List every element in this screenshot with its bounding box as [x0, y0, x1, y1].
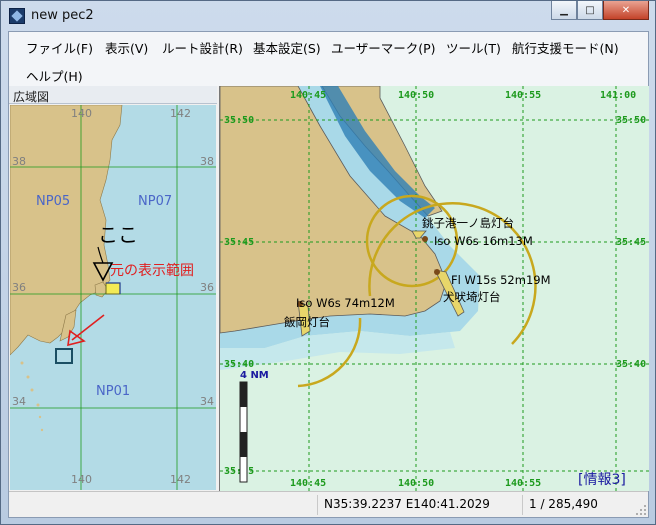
lon-label-top: 140:55 [505, 90, 541, 101]
menu-file[interactable]: ファイル(F) [22, 35, 97, 60]
lighthouse-icon[interactable] [422, 236, 428, 242]
maximize-button[interactable]: □ [577, 1, 603, 20]
lighthouse-light: Iso W6s 16m13M [434, 234, 533, 248]
lighthouse-name: 飯岡灯台 [284, 315, 330, 329]
menu-navigation-support[interactable]: 航行支援モード(N) [508, 35, 623, 60]
menu-user-mark[interactable]: ユーザーマーク(P) [327, 35, 440, 60]
minimize-icon: ▁ [560, 4, 568, 16]
overview-lat-label-right: 38 [200, 155, 214, 168]
overview-map[interactable]: 140 142 140 142 38 36 34 38 36 34 NP05 N… [10, 105, 216, 490]
lighthouse-name: 銚子港一ノ島灯台 [422, 216, 514, 230]
app-window: new pec2 ▁ □ ✕ ファイル(F) 表示(V) ルート設計(R) 基本… [0, 0, 656, 525]
client-area: ファイル(F) 表示(V) ルート設計(R) 基本設定(S) ユーザーマーク(P… [8, 31, 649, 518]
menu-route-design[interactable]: ルート設計(R) [158, 35, 247, 60]
overview-lat-label-left: 38 [12, 155, 26, 168]
menu-bar: ファイル(F) 表示(V) ルート設計(R) 基本設定(S) ユーザーマーク(P… [9, 32, 648, 86]
maximize-icon: □ [585, 4, 595, 16]
close-icon: ✕ [621, 4, 631, 16]
overview-island [36, 403, 40, 407]
lat-label-right: 35:40 [616, 359, 646, 370]
main-chart-view[interactable]: 140:45 140:50 140:55 141:00 140:45 140:5… [219, 85, 649, 491]
lat-label-left: 35:35 [224, 466, 254, 477]
lat-label-left: 35:45 [224, 237, 254, 248]
overview-panel: 広域図 140 142 140 142 38 36 34 38 36 34 NP… [9, 86, 217, 491]
lighthouse-light: Fl W15s 52m19M [451, 273, 551, 287]
status-bar: N35:39.2237 E140:41.2029 1 / 285,490 [9, 491, 648, 517]
lat-label-left: 35:50 [224, 115, 254, 126]
app-icon [9, 8, 25, 24]
lon-label-top: 141:00 [600, 90, 636, 101]
overview-lat-label-right: 36 [200, 281, 214, 294]
close-button[interactable]: ✕ [603, 1, 649, 20]
lat-label-right: 35:50 [616, 115, 646, 126]
minimize-button[interactable]: ▁ [551, 1, 577, 20]
info-layer-label[interactable]: [情報3] [578, 472, 626, 488]
menu-tools[interactable]: ツール(T) [442, 35, 505, 60]
lat-label-right: 35:45 [616, 237, 646, 248]
window-controls: ▁ □ ✕ [551, 1, 649, 20]
menu-help[interactable]: ヘルプ(H) [22, 63, 87, 88]
lighthouse-icon[interactable] [434, 269, 440, 275]
lat-label-left: 35:40 [224, 359, 254, 370]
cursor-position: N35:39.2237 E140:41.2029 [317, 495, 522, 515]
overview-lon-label-top: 140 [71, 107, 92, 120]
overview-island [40, 428, 44, 432]
main-chart-canvas[interactable]: 140:45 140:50 140:55 141:00 140:45 140:5… [219, 85, 649, 491]
overview-lon-label-bottom: 142 [170, 473, 191, 486]
overview-island [38, 415, 42, 419]
menu-basic-settings[interactable]: 基本設定(S) [249, 35, 325, 60]
overview-chart-label: NP07 [138, 194, 172, 209]
overview-title: 広域図 [9, 86, 217, 104]
lon-label-top: 140:45 [290, 90, 326, 101]
lon-label-bottom: 140:55 [505, 478, 541, 489]
lighthouse-light: Iso W6s 74m12M [296, 296, 395, 310]
scale-bar-segment [240, 432, 247, 457]
status-message [9, 495, 317, 515]
current-view-box[interactable] [105, 282, 121, 295]
menu-view[interactable]: 表示(V) [101, 35, 152, 60]
overview-chart-label: NP05 [36, 194, 70, 209]
overview-lon-label-top: 142 [170, 107, 191, 120]
scale-bar-segment [240, 382, 247, 407]
chart-scale: 1 / 285,490 [522, 495, 634, 515]
window-title: new pec2 [31, 8, 94, 23]
overview-lat-label-right: 34 [200, 395, 214, 408]
lon-label-bottom: 140:45 [290, 478, 326, 489]
overview-island [26, 375, 30, 379]
overview-lon-label-bottom: 140 [71, 473, 92, 486]
scale-bar-label: 4 NM [240, 370, 269, 381]
lon-label-top: 140:50 [398, 90, 434, 101]
annotation-here: ここ [98, 223, 138, 247]
lon-label-bottom: 140:50 [398, 478, 434, 489]
overview-lat-label-left: 36 [12, 281, 26, 294]
title-bar[interactable]: new pec2 ▁ □ ✕ [1, 1, 655, 31]
annotation-original-range: 元の表示範囲 [110, 262, 194, 279]
resize-grip-icon[interactable] [635, 504, 647, 516]
overview-lat-label-left: 34 [12, 395, 26, 408]
overview-island [30, 388, 34, 392]
lighthouse-name: 犬吠埼灯台 [443, 290, 501, 304]
overview-chart-label: NP01 [96, 384, 130, 399]
overview-island [20, 361, 24, 365]
